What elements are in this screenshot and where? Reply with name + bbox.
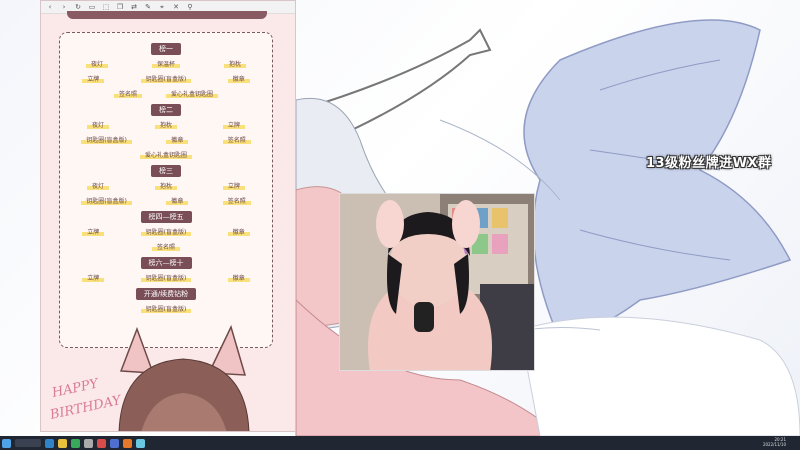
browser-window: ‹ › ↻ ▭ ⬚ ❐ ⇄ ✎ ⌖ ✕ ⚲ 榜一 夜灯 保温杯 抱枕 立牌 钥匙圈(盲盒版… xyxy=(40,0,296,432)
gift-item: 徽章 xyxy=(227,227,250,236)
gift-item: 立牌 xyxy=(222,120,245,129)
poster-page: 榜一 夜灯 保温杯 抱枕 立牌 钥匙圈(盲盒版) 徽章 签名照 爱心礼盒钥匙圈 榜二 夜灯 抱枕 立牌钥… xyxy=(41,14,295,348)
section-title: 榜一 xyxy=(151,43,181,55)
birthday-line-1: HAPPY xyxy=(50,376,101,401)
gift-item: 签名照 xyxy=(151,242,180,251)
section-title: 榜二 xyxy=(151,104,181,116)
gift-item: 夜灯 xyxy=(86,120,109,129)
gift-item: 签名照 xyxy=(113,89,142,98)
webcam-video xyxy=(339,193,535,371)
gift-item: 夜灯 xyxy=(86,181,109,190)
chat-icon[interactable] xyxy=(136,438,145,448)
gift-item: 签名照 xyxy=(222,196,251,205)
back-icon[interactable]: ‹ xyxy=(45,1,55,13)
gift-item: 钥匙圈(盲盒版) xyxy=(81,135,132,144)
gift-row: 钥匙圈(盲盒版) 徽章 签名照 xyxy=(64,196,268,205)
start-menu-icon[interactable] xyxy=(2,438,11,448)
taskbar: 20:21 2022/11/10 xyxy=(0,436,800,450)
gift-item: 钥匙圈(盲盒版) xyxy=(140,273,192,282)
qq-icon[interactable] xyxy=(110,438,119,448)
gift-item: 钥匙圈(盲盒版) xyxy=(140,74,192,83)
gift-row: 立牌 钥匙圈(盲盒版) 徽章 xyxy=(64,74,268,83)
gift-item: 立牌 xyxy=(82,74,105,83)
file-explorer-icon[interactable] xyxy=(58,438,67,448)
gift-item: 保温杯 xyxy=(151,59,180,68)
gift-item: 爱心礼盒钥匙圈 xyxy=(166,89,219,98)
gift-row: 签名照 xyxy=(64,242,268,251)
gift-item: 徽章 xyxy=(227,273,250,282)
gift-row: 立牌 钥匙圈(盲盒版) 徽章 xyxy=(64,227,268,236)
gift-row: 夜灯 抱枕 立牌 xyxy=(64,120,268,129)
section-title: 开通/续费钻粉 xyxy=(135,288,197,300)
gift-item: 抱枕 xyxy=(223,59,246,68)
taskbar-search[interactable] xyxy=(15,439,41,447)
gift-row: 签名照 爱心礼盒钥匙圈 xyxy=(64,89,268,98)
obs-icon[interactable] xyxy=(97,438,106,448)
gift-item: 立牌 xyxy=(82,273,105,282)
gift-item: 抱枕 xyxy=(154,120,177,129)
wechat-icon[interactable] xyxy=(71,438,80,448)
gift-item: 夜灯 xyxy=(85,59,108,68)
gift-item: 签名照 xyxy=(222,135,251,144)
section-title: 榜三 xyxy=(151,165,181,177)
section-title: 榜四—榜五 xyxy=(140,211,192,223)
gift-item: 徽章 xyxy=(227,74,250,83)
edge-browser-icon[interactable] xyxy=(45,438,54,448)
gift-item: 徽章 xyxy=(166,135,189,144)
section-title: 榜六—榜十 xyxy=(140,257,192,269)
gift-item: 抱枕 xyxy=(154,181,177,190)
gift-row: 立牌 钥匙圈(盲盒版) 徽章 xyxy=(64,273,268,282)
system-clock[interactable]: 20:21 2022/11/10 xyxy=(763,437,786,447)
gift-row: 爱心礼盒钥匙圈 xyxy=(64,150,268,159)
webcam-scene xyxy=(340,194,534,370)
gift-row: 钥匙圈(盲盒版) 徽章 签名照 xyxy=(64,135,268,144)
gift-item: 立牌 xyxy=(82,227,105,236)
gift-item: 爱心礼盒钥匙圈 xyxy=(139,150,192,159)
birthday-illustration: HAPPY BIRTHDAY xyxy=(48,324,250,431)
app-icon[interactable] xyxy=(84,438,93,448)
gift-row: 夜灯 抱枕 立牌 xyxy=(64,181,268,190)
gift-item: 立牌 xyxy=(222,181,245,190)
gift-row: 夜灯 保温杯 抱枕 xyxy=(64,59,268,68)
gift-item: 钥匙圈(盲盒版) xyxy=(81,196,132,205)
fan-group-banner: 13级粉丝牌进WX群 xyxy=(646,156,772,171)
clock-date: 2022/11/10 xyxy=(762,442,786,447)
gift-item: 钥匙圈(盲盒版) xyxy=(140,227,192,236)
gift-item: 徽章 xyxy=(166,196,189,205)
browser-icon[interactable] xyxy=(123,438,132,448)
